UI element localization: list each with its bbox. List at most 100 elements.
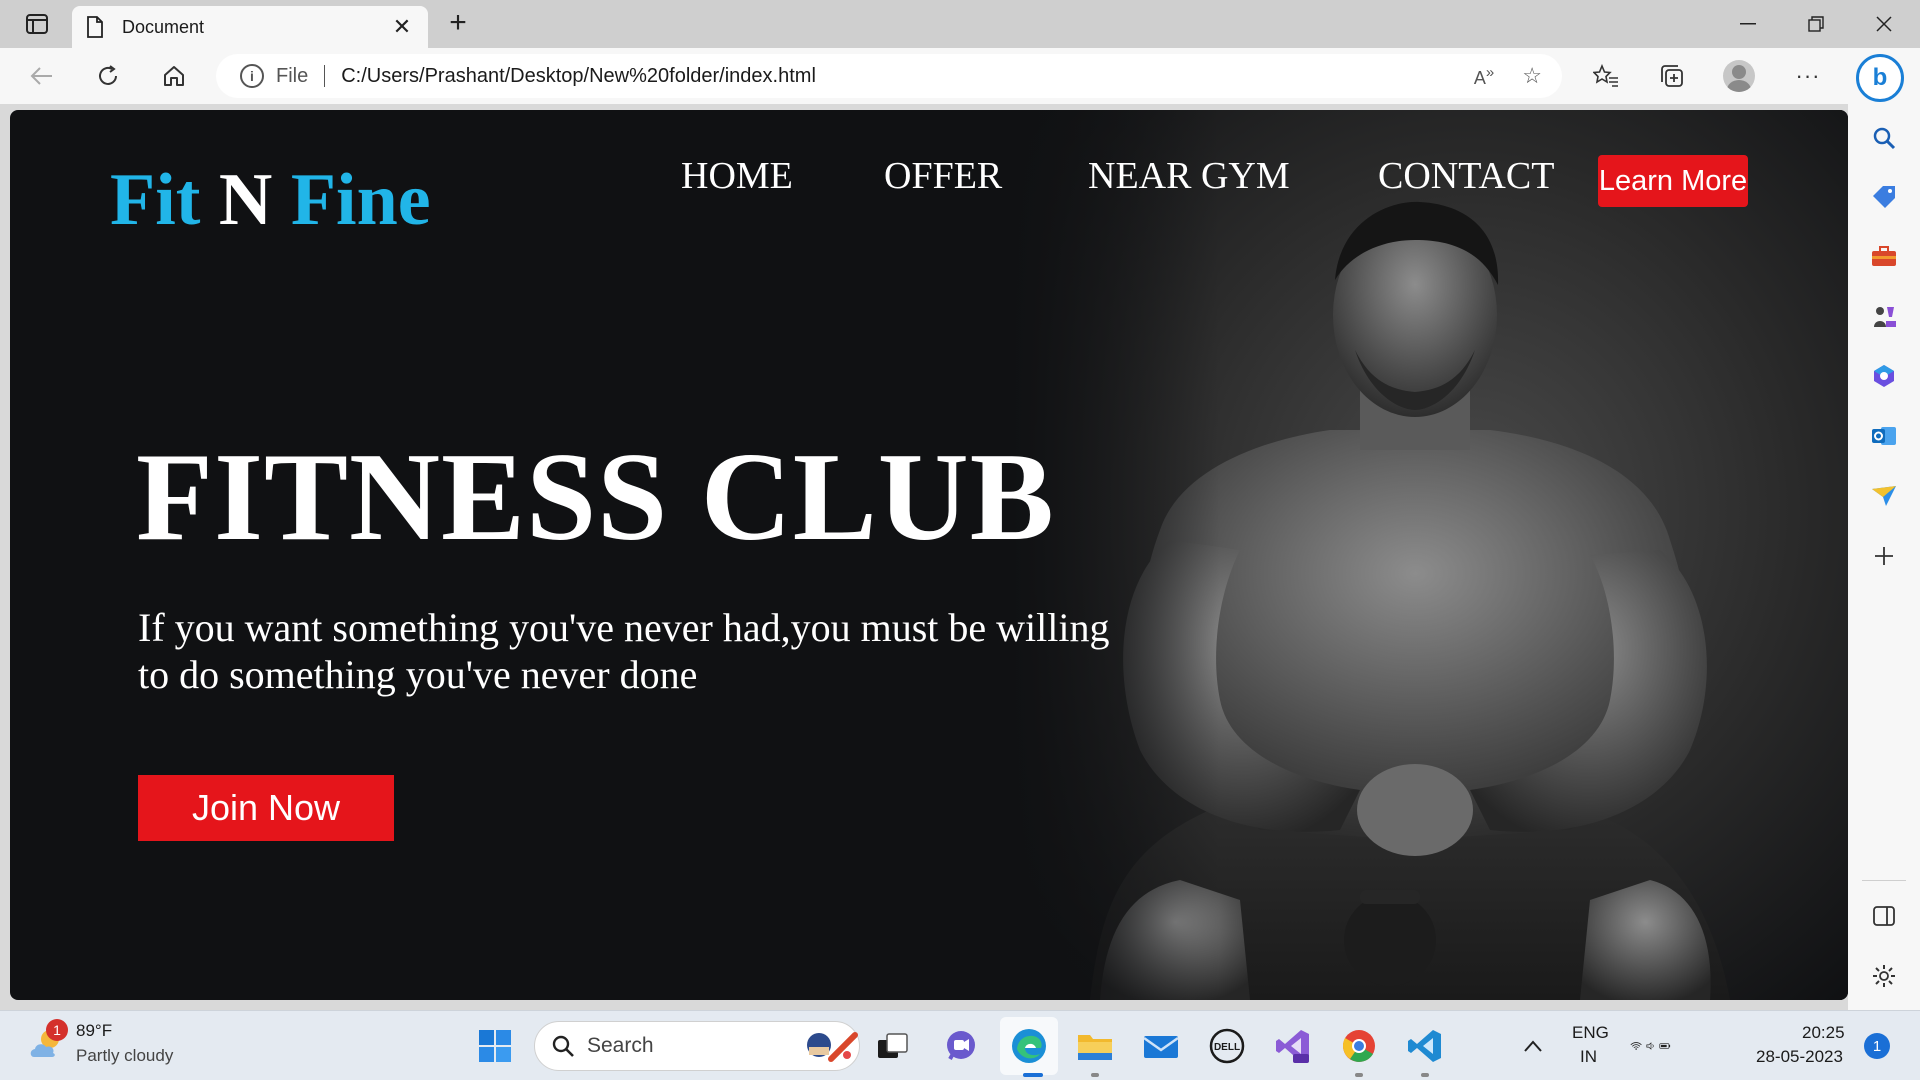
collections-button[interactable] xyxy=(1652,56,1692,96)
games-chess-icon xyxy=(1874,307,1896,327)
start-button[interactable] xyxy=(474,1025,516,1067)
address-separator xyxy=(324,65,326,87)
sidebar-panel-icon xyxy=(1873,906,1895,926)
weather-desc: Partly cloudy xyxy=(76,1046,174,1065)
restore-button[interactable] xyxy=(1796,8,1836,40)
home-button[interactable] xyxy=(154,56,194,96)
minimize-button[interactable] xyxy=(1728,8,1768,40)
windows-taskbar: 1 89°F Partly cloudy Search DELL ENG IN … xyxy=(0,1010,1920,1080)
notification-badge[interactable]: 1 xyxy=(1864,1033,1890,1059)
taskbar-search[interactable]: Search xyxy=(534,1021,860,1071)
new-tab-button[interactable]: + xyxy=(442,8,474,40)
edge-sidebar xyxy=(1848,104,1920,1010)
back-button[interactable] xyxy=(22,56,62,96)
shopping-tag-icon xyxy=(1873,186,1895,208)
language-ind-2[interactable]: IN xyxy=(1580,1047,1597,1067)
site-logo[interactable]: Fit N Fine xyxy=(110,158,431,243)
sidebar-tools-button[interactable] xyxy=(1868,240,1900,272)
browser-toolbar: i File C:/Users/Prashant/Desktop/New%20f… xyxy=(0,48,1920,104)
collections-icon xyxy=(1661,65,1683,87)
task-view-button[interactable] xyxy=(872,1025,914,1067)
folder-icon xyxy=(1078,1035,1112,1060)
close-icon xyxy=(1876,16,1892,32)
favorites-button[interactable] xyxy=(1586,56,1626,96)
chevron-up-icon xyxy=(1524,1040,1542,1052)
bodybuilder-hero-image xyxy=(1010,110,1848,1000)
edge-taskbar-button[interactable] xyxy=(1008,1025,1050,1067)
more-menu-button[interactable]: ··· xyxy=(1788,56,1828,96)
clock-time[interactable]: 20:25 xyxy=(1802,1023,1845,1043)
hero-headline: FITNESS CLUB xyxy=(136,428,1055,567)
nav-near-gym[interactable]: NEAR GYM xyxy=(1088,154,1290,198)
edge-active-indicator xyxy=(1023,1073,1043,1077)
tab-actions-icon xyxy=(26,14,48,34)
refresh-button[interactable] xyxy=(88,56,128,96)
toolbox-icon xyxy=(1872,246,1896,266)
profile-avatar[interactable] xyxy=(1723,60,1755,92)
mail-icon xyxy=(1143,1036,1179,1058)
vscode-icon xyxy=(1408,1030,1441,1062)
chrome-button[interactable] xyxy=(1338,1025,1380,1067)
network-volume-battery-button[interactable] xyxy=(1630,1025,1672,1067)
learn-more-button[interactable]: Learn More xyxy=(1598,155,1748,207)
sidebar-m365-button[interactable] xyxy=(1868,360,1900,392)
gear-icon xyxy=(1873,965,1895,987)
nav-offer[interactable]: OFFER xyxy=(884,154,1002,198)
tagline-line-2: to do something you've never done xyxy=(138,652,698,697)
microsoft365-icon xyxy=(1874,365,1894,387)
clock-date[interactable]: 28-05-2023 xyxy=(1756,1047,1843,1067)
info-icon[interactable]: i xyxy=(240,64,264,88)
sidebar-settings-button[interactable] xyxy=(1868,960,1900,992)
logo-part-fine: Fine xyxy=(290,159,431,241)
visual-studio-button[interactable] xyxy=(1272,1025,1314,1067)
mail-button[interactable] xyxy=(1140,1025,1182,1067)
logo-part-n: N xyxy=(218,159,273,241)
search-icon xyxy=(552,1035,574,1057)
address-bar[interactable]: i File C:/Users/Prashant/Desktop/New%20f… xyxy=(216,54,1562,98)
nav-contact[interactable]: CONTACT xyxy=(1378,154,1554,198)
weather-temp: 89°F xyxy=(76,1021,113,1040)
dell-app-button[interactable]: DELL xyxy=(1206,1025,1248,1067)
browser-tab[interactable]: Document ✕ xyxy=(72,6,428,48)
sidebar-add-button[interactable] xyxy=(1868,540,1900,572)
drop-send-icon xyxy=(1872,486,1896,506)
browser-title-bar: Document ✕ + xyxy=(0,0,1920,48)
home-icon xyxy=(164,66,184,86)
task-view-icon xyxy=(878,1033,908,1058)
document-icon xyxy=(87,16,103,38)
sidebar-search-button[interactable] xyxy=(1868,122,1900,154)
vscode-button[interactable] xyxy=(1404,1025,1446,1067)
logo-part-fit: Fit xyxy=(110,159,201,241)
tagline-line-1: If you want something you've never had,y… xyxy=(138,605,1110,650)
refresh-icon xyxy=(99,65,117,85)
language-ind-1[interactable]: ENG xyxy=(1572,1023,1609,1043)
teams-chat-icon xyxy=(947,1031,975,1060)
search-highlight-cricket-icon xyxy=(807,1032,858,1062)
address-scheme: File xyxy=(276,64,309,87)
teams-chat-button[interactable] xyxy=(940,1025,982,1067)
url-text[interactable]: C:/Users/Prashant/Desktop/New%20folder/i… xyxy=(341,65,1474,88)
nav-home[interactable]: HOME xyxy=(681,154,793,198)
edge-browser-icon xyxy=(1012,1029,1046,1063)
sidebar-drop-button[interactable] xyxy=(1868,480,1900,512)
add-favorite-icon[interactable]: ☆ xyxy=(1522,63,1542,89)
sidebar-shopping-button[interactable] xyxy=(1868,180,1900,212)
bing-copilot-button[interactable]: b xyxy=(1856,54,1904,102)
join-now-button[interactable]: Join Now xyxy=(138,775,394,841)
close-window-button[interactable] xyxy=(1864,8,1904,40)
read-aloud-icon[interactable]: A» xyxy=(1474,64,1494,89)
file-explorer-button[interactable] xyxy=(1074,1025,1116,1067)
tab-title: Document xyxy=(122,16,205,37)
explorer-running-indicator xyxy=(1091,1073,1099,1077)
show-hidden-icons-button[interactable] xyxy=(1512,1025,1554,1067)
sidebar-hide-button[interactable] xyxy=(1868,900,1900,932)
tab-actions-button[interactable] xyxy=(14,9,60,39)
weather-badge: 1 xyxy=(46,1019,68,1041)
sidebar-outlook-button[interactable] xyxy=(1868,420,1900,452)
taskbar-search-placeholder: Search xyxy=(587,1034,654,1057)
restore-icon xyxy=(1808,16,1824,32)
plus-icon xyxy=(1875,547,1893,565)
page-viewport: Fit N Fine HOME OFFER NEAR GYM CONTACT L… xyxy=(10,110,1848,1000)
sidebar-games-button[interactable] xyxy=(1868,300,1900,332)
tab-close-icon[interactable]: ✕ xyxy=(390,14,414,40)
